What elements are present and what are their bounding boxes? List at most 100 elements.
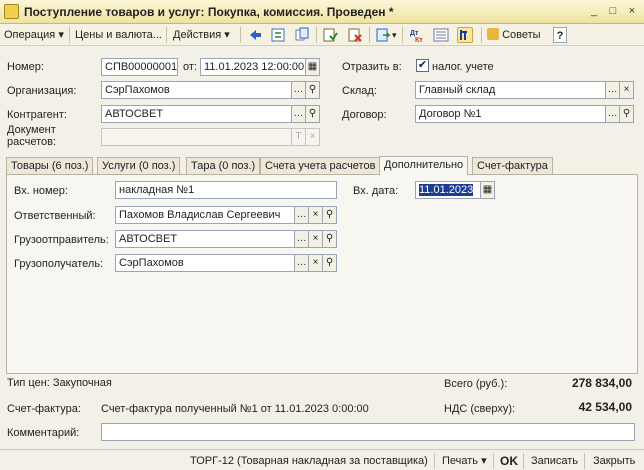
refresh-icon[interactable] (270, 27, 286, 43)
window-title: Поступление товаров и услуг: Покупка, ко… (24, 5, 394, 19)
warehouse-field[interactable]: Главный склад (415, 81, 606, 99)
open-organization-icon[interactable]: ⚲ (306, 81, 320, 99)
save-button[interactable]: Записать (531, 453, 578, 469)
text-type-icon: T (292, 128, 306, 146)
in-date-calendar-icon[interactable]: ▦ (481, 181, 495, 199)
close-button[interactable]: Закрыть (593, 453, 635, 469)
tabs-container: Товары (6 поз.) Услуги (0 поз.) Тара (0 … (6, 156, 638, 374)
clear-shipper-icon[interactable]: × (309, 230, 323, 248)
tips-icon (487, 28, 499, 40)
prices-currency-button[interactable]: Цены и валюта... (75, 27, 162, 43)
clear-consignee-icon[interactable]: × (309, 254, 323, 272)
print-menu[interactable]: Печать ▾ (442, 453, 487, 469)
maximize-button[interactable]: □ (605, 4, 621, 19)
close-window-button[interactable]: × (624, 4, 640, 19)
dropdown-arrow-icon: ▾ (224, 29, 230, 41)
invoice-link[interactable]: Счет-фактура полученный №1 от 11.01.2023… (101, 403, 369, 415)
torg12-print-button[interactable]: ТОРГ-12 (Товарная накладная за поставщик… (190, 453, 428, 469)
dropdown-arrow-icon: ▾ (58, 29, 64, 41)
organization-label: Организация: (7, 85, 77, 97)
unpost-document-icon[interactable] (347, 27, 363, 43)
comment-label: Комментарий: (7, 427, 80, 439)
in-date-field[interactable]: 11.01.2023 (415, 181, 481, 199)
tab-containers[interactable]: Тара (0 поз.) (186, 157, 261, 174)
select-shipper-button[interactable]: … (295, 230, 309, 248)
post-document-icon[interactable] (322, 27, 338, 43)
total-value: 278 834,00 (571, 376, 632, 390)
select-consignee-button[interactable]: … (295, 254, 309, 272)
structure-icon[interactable] (433, 27, 449, 43)
additional-tab-panel: Вх. номер: накладная №1 Вх. дата: 11.01.… (6, 174, 638, 374)
settlement-doc-label-2: расчетов: (7, 136, 57, 148)
select-responsible-button[interactable]: … (295, 206, 309, 224)
consignee-field[interactable]: СэрПахомов (115, 254, 295, 272)
based-on-icon[interactable] (375, 27, 391, 43)
dropdown-arrow-icon[interactable]: ▾ (392, 27, 397, 43)
settlement-doc-field[interactable] (101, 128, 292, 146)
select-organization-button[interactable]: … (292, 81, 306, 99)
responsible-field[interactable]: Пахомов Владислав Сергеевич (115, 206, 295, 224)
svg-text:Дт: Дт (410, 30, 419, 37)
tab-services[interactable]: Услуги (0 поз.) (97, 157, 181, 174)
organization-field[interactable]: СэрПахомов (101, 81, 292, 99)
tax-accounting-label: налог. учете (432, 61, 494, 73)
tax-accounting-checkbox[interactable]: ✔ (416, 59, 429, 72)
copy-document-icon[interactable] (294, 27, 310, 43)
open-shipper-icon[interactable]: ⚲ (323, 230, 337, 248)
select-warehouse-button[interactable]: … (606, 81, 620, 99)
settlement-doc-label: Документ (7, 124, 56, 136)
hierarchy-toggle-icon[interactable] (457, 27, 473, 43)
back-arrow-icon[interactable] (247, 27, 263, 43)
date-field[interactable]: 11.01.2023 12:00:00 (200, 58, 306, 76)
contract-label: Договор: (342, 109, 387, 121)
tab-additional[interactable]: Дополнительно (379, 156, 469, 175)
open-counterparty-icon[interactable]: ⚲ (306, 105, 320, 123)
in-number-field[interactable]: накладная №1 (115, 181, 337, 199)
clear-settlement-icon: × (306, 128, 320, 146)
actions-menu[interactable]: Действия ▾ (173, 27, 230, 43)
in-date-label: Вх. дата: (353, 185, 399, 197)
in-number-label: Вх. номер: (14, 185, 68, 197)
in-date-value: 11.01.2023 (419, 184, 474, 196)
price-type-label[interactable]: Тип цен: Закупочная (7, 377, 112, 389)
calendar-icon[interactable]: ▦ (306, 58, 320, 76)
clear-warehouse-icon[interactable]: × (620, 81, 634, 99)
consignee-label: Грузополучатель: (14, 258, 104, 270)
total-label: Всего (руб.): (444, 378, 508, 390)
shipper-label: Грузоотправитель: (14, 234, 109, 246)
number-label: Номер: (7, 61, 44, 73)
tab-settlement-accounts[interactable]: Счета учета расчетов (260, 157, 381, 174)
responsible-label: Ответственный: (14, 210, 96, 222)
reflect-label: Отразить в: (342, 61, 402, 73)
minimize-button[interactable]: _ (586, 4, 602, 19)
shipper-field[interactable]: АВТОСВЕТ (115, 230, 295, 248)
vat-label: НДС (сверху): (444, 403, 516, 415)
window-titlebar[interactable]: Поступление товаров и услуг: Покупка, ко… (0, 0, 644, 24)
operation-menu[interactable]: Операция ▾ (4, 27, 64, 43)
dt-kt-icon[interactable]: Дт Кт (409, 27, 425, 44)
dropdown-arrow-icon: ▾ (481, 455, 487, 467)
bottom-action-bar: ТОРГ-12 (Товарная накладная за поставщик… (0, 449, 644, 470)
counterparty-label: Контрагент: (7, 109, 67, 121)
open-responsible-icon[interactable]: ⚲ (323, 206, 337, 224)
tab-goods[interactable]: Товары (6 поз.) (6, 157, 94, 174)
clear-responsible-icon[interactable]: × (309, 206, 323, 224)
ok-button[interactable]: OK (500, 453, 518, 469)
help-button[interactable]: ? (553, 27, 567, 43)
number-field[interactable]: СПВ00000001 (101, 58, 178, 76)
tips-button[interactable]: Советы (487, 27, 541, 43)
select-contract-button[interactable]: … (606, 105, 620, 123)
contract-field[interactable]: Договор №1 (415, 105, 606, 123)
warehouse-label: Склад: (342, 85, 377, 97)
invoice-label: Счет-фактура: (7, 403, 81, 415)
vat-value: 42 534,00 (578, 400, 632, 414)
date-from-label: от: (183, 61, 197, 73)
svg-text:Кт: Кт (415, 37, 423, 43)
open-contract-icon[interactable]: ⚲ (620, 105, 634, 123)
comment-field[interactable] (101, 423, 635, 441)
tab-invoice[interactable]: Счет-фактура (472, 157, 553, 174)
toolbar: Операция ▾ Цены и валюта... Действия ▾ ▾… (0, 24, 644, 46)
open-consignee-icon[interactable]: ⚲ (323, 254, 337, 272)
select-counterparty-button[interactable]: … (292, 105, 306, 123)
counterparty-field[interactable]: АВТОСВЕТ (101, 105, 292, 123)
